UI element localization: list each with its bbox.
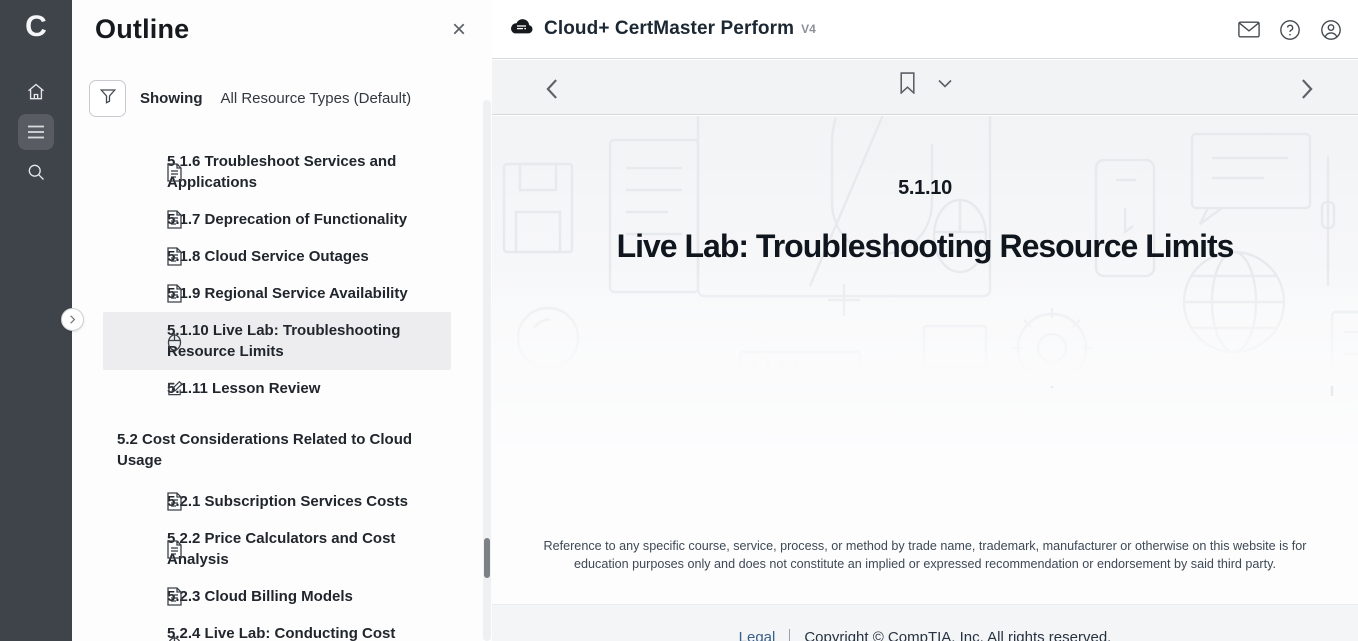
next-lesson-button[interactable]	[1296, 74, 1318, 109]
outline-item-label: 5.2.3 Cloud Billing Models	[167, 586, 353, 607]
app-title: Cloud+ CertMaster Perform	[544, 18, 794, 40]
panel-expand-toggle[interactable]	[61, 308, 84, 331]
mouse-icon	[167, 331, 183, 351]
document-icon	[167, 247, 183, 267]
outline-item-label: 5.1.11 Lesson Review	[167, 378, 320, 399]
search-icon	[26, 162, 46, 182]
document-icon	[167, 210, 183, 230]
outline-item-label: 5.1.10 Live Lab: Troubleshooting Resourc…	[167, 320, 409, 362]
lesson-banner: 5.1.10 Live Lab: Troubleshooting Resourc…	[492, 116, 1358, 605]
lesson-navbar	[492, 60, 1358, 115]
cloud-course-icon	[509, 17, 534, 42]
outline-item[interactable]: 5.1.11 Lesson Review	[103, 370, 451, 407]
funnel-icon	[99, 87, 117, 110]
mouse-icon	[167, 634, 183, 641]
outline-item[interactable]: 5.1.6 Troubleshoot Services and Applicat…	[103, 143, 451, 201]
outline-item-label: 5.2.2 Price Calculators and Cost Analysi…	[167, 528, 409, 570]
document-icon	[167, 539, 183, 559]
profile-icon[interactable]	[1320, 19, 1342, 41]
chevron-down-icon[interactable]	[938, 79, 952, 88]
outline-item[interactable]: 5.1.8 Cloud Service Outages	[103, 238, 451, 275]
app-header: Cloud+ CertMaster Perform V4	[492, 0, 1358, 59]
filter-button[interactable]	[89, 80, 126, 117]
outline-item-label: 5.2.1 Subscription Services Costs	[167, 491, 408, 512]
copyright-text: Copyright © CompTIA, Inc. All rights res…	[804, 629, 1111, 641]
mail-icon[interactable]	[1238, 21, 1260, 38]
page-footer: Legal Copyright © CompTIA, Inc. All righ…	[492, 605, 1358, 641]
footer-divider	[789, 629, 790, 641]
outline-panel: Outline × Showing All Resource Types (De…	[72, 0, 492, 641]
outline-item-label: 5.1.6 Troubleshoot Services and Applicat…	[167, 151, 409, 193]
pattern-fade	[492, 266, 1358, 386]
document-icon	[167, 284, 183, 304]
document-icon	[167, 492, 183, 512]
filter-showing-label: Showing	[140, 90, 203, 107]
outline-item[interactable]: 5.1.7 Deprecation of Functionality	[103, 201, 451, 238]
outline-menu-button[interactable]	[18, 114, 54, 150]
main-content: Cloud+ CertMaster Perform V4	[492, 0, 1358, 641]
outline-item-label: 5.1.8 Cloud Service Outages	[167, 246, 369, 267]
app-version: V4	[801, 22, 816, 36]
outline-item[interactable]: 5.1.10 Live Lab: Troubleshooting Resourc…	[103, 312, 451, 370]
comptia-logo: C	[0, 10, 72, 44]
app-window: C Outline ×	[0, 0, 1358, 641]
outline-item[interactable]: 5.1.9 Regional Service Availability	[103, 275, 451, 312]
legal-link[interactable]: Legal	[739, 629, 776, 641]
outline-list: 5.1.6 Troubleshoot Services and Applicat…	[72, 117, 484, 641]
outline-item-label: 5.2.4 Live Lab: Conducting Cost Analysis	[167, 623, 409, 641]
document-icon	[167, 162, 183, 182]
outline-item-label: 5.1.9 Regional Service Availability	[167, 283, 408, 304]
outline-item-label: 5.1.7 Deprecation of Functionality	[167, 209, 407, 230]
chevron-right-icon	[68, 311, 77, 329]
lesson-number: 5.1.10	[492, 177, 1358, 200]
bookmark-icon[interactable]	[899, 72, 916, 94]
outline-scrollbar-thumb[interactable]	[484, 538, 490, 578]
home-icon	[26, 82, 46, 102]
outline-scrollbar[interactable]	[483, 100, 491, 641]
close-outline-button[interactable]: ×	[446, 18, 472, 42]
lesson-title: Live Lab: Troubleshooting Resource Limit…	[492, 228, 1358, 265]
outline-item[interactable]: 5.2.2 Price Calculators and Cost Analysi…	[103, 520, 451, 578]
outline-item-label: 5.2 Cost Considerations Related to Cloud…	[117, 429, 413, 471]
outline-section-label[interactable]: 5.2 Cost Considerations Related to Cloud…	[103, 421, 451, 479]
menu-icon	[27, 125, 45, 139]
search-button[interactable]	[18, 154, 54, 190]
filter-value: All Resource Types (Default)	[221, 90, 412, 107]
document-icon	[167, 587, 183, 607]
edit-icon	[167, 379, 183, 399]
disclaimer-text: Reference to any specific course, servic…	[535, 537, 1315, 573]
outline-title: Outline	[95, 14, 189, 45]
help-icon[interactable]	[1279, 19, 1301, 41]
home-button[interactable]	[18, 74, 54, 110]
outline-item[interactable]: 5.2.1 Subscription Services Costs	[103, 483, 451, 520]
outline-item[interactable]: 5.2.4 Live Lab: Conducting Cost Analysis	[103, 615, 451, 641]
outline-item[interactable]: 5.2.3 Cloud Billing Models	[103, 578, 451, 615]
